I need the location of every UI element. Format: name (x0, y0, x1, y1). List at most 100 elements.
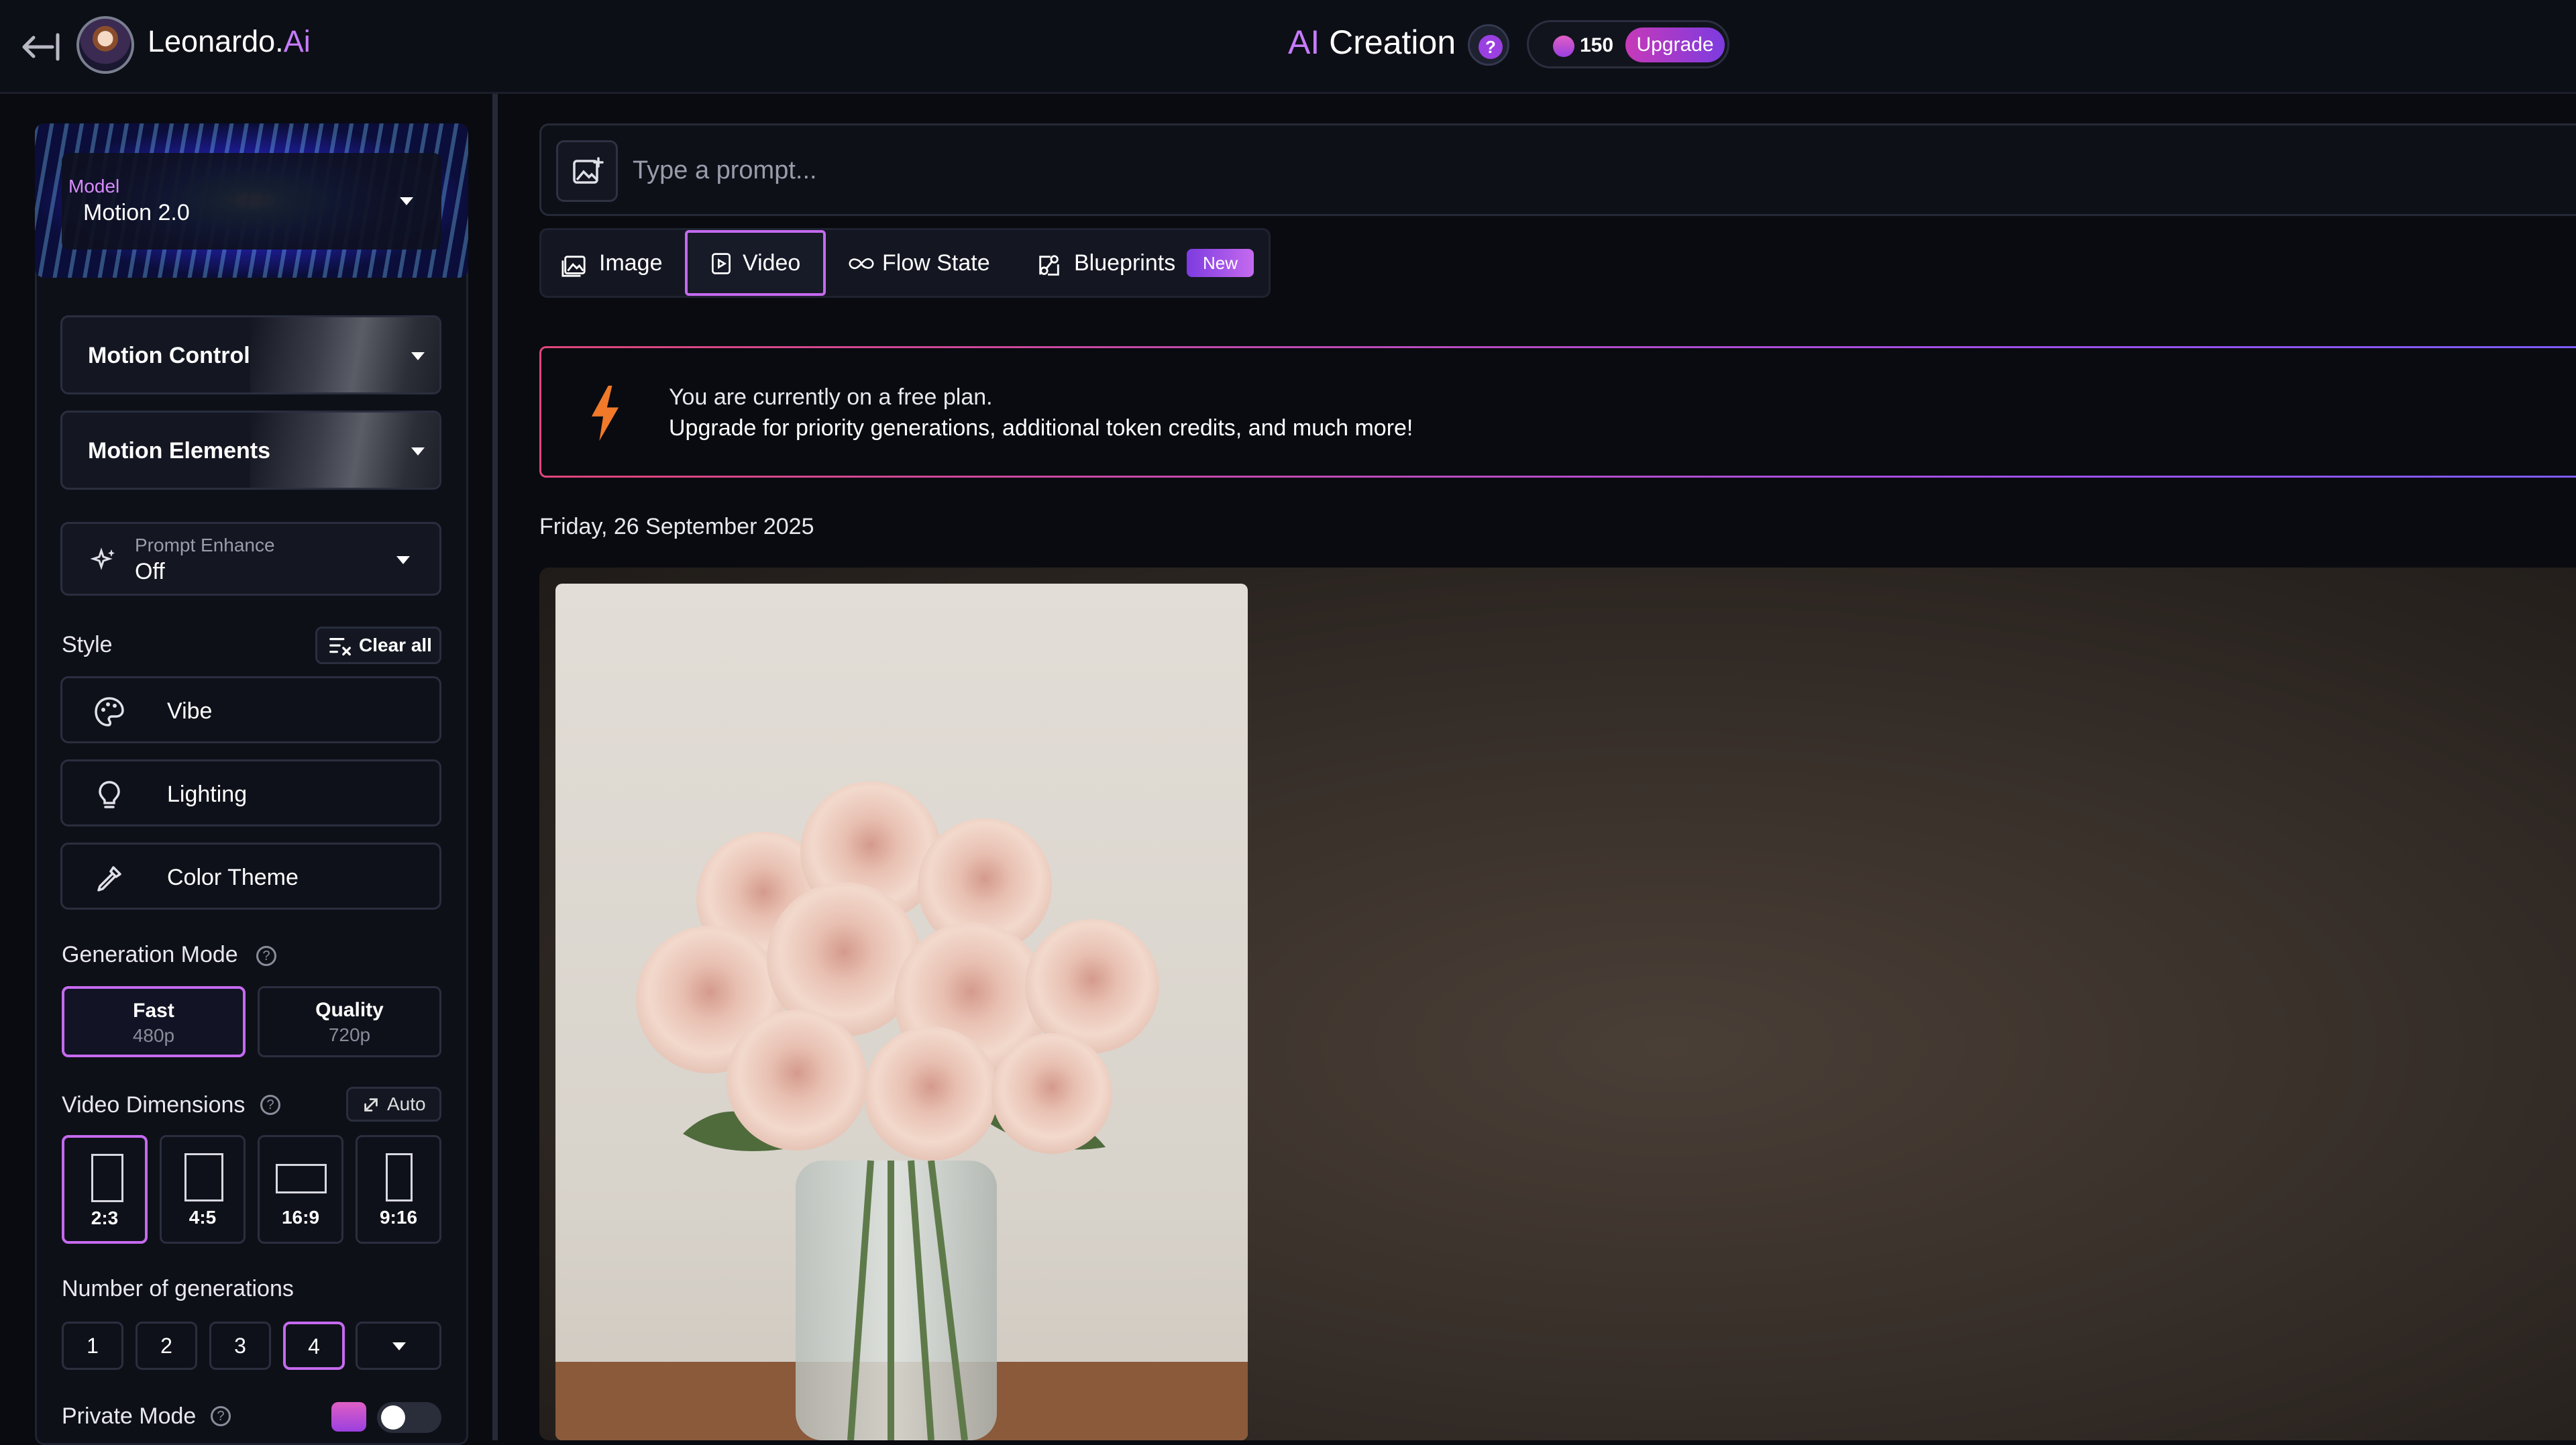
private-mode-toggle[interactable] (377, 1402, 441, 1433)
chevron-down-icon (392, 1342, 406, 1350)
chevron-down-icon (411, 352, 425, 360)
aspect-landscape-icon (276, 1164, 327, 1193)
tab-video-label: Video (743, 250, 801, 276)
style-vibe-button[interactable]: Vibe (60, 676, 441, 743)
dimension-4-5-button[interactable]: 4:5 (160, 1135, 246, 1244)
token-balance: 150 Upgrade (1527, 20, 1729, 68)
mode-fast-resolution: 480p (132, 1025, 175, 1046)
clear-all-button[interactable]: Clear all (315, 627, 441, 664)
tab-image-label: Image (599, 250, 663, 276)
eyedropper-icon (97, 866, 121, 892)
info-icon[interactable]: ? (260, 1095, 280, 1115)
dimension-label: 4:5 (189, 1207, 217, 1228)
tab-blueprints[interactable]: Blueprints New (1036, 230, 1265, 296)
aspect-portrait-icon (184, 1153, 223, 1201)
chevron-down-icon (411, 447, 425, 456)
blueprint-icon (1039, 255, 1059, 276)
roses-bouquet-image (555, 782, 1248, 1440)
new-badge: New (1187, 249, 1254, 277)
dimension-16-9-button[interactable]: 16:9 (258, 1135, 343, 1244)
lightbulb-icon (99, 781, 120, 808)
tab-flow-state[interactable]: Flow State (847, 230, 1022, 296)
aspect-portrait-icon (91, 1154, 123, 1202)
generations-4-button[interactable]: 4 (283, 1322, 345, 1370)
tab-image[interactable]: Image (561, 230, 689, 296)
style-color-theme-button[interactable]: Color Theme (60, 843, 441, 910)
generations-more-dropdown[interactable] (356, 1322, 441, 1370)
generations-1-button[interactable]: 1 (62, 1322, 123, 1370)
info-icon[interactable]: ? (256, 946, 276, 966)
aspect-tall-icon (386, 1153, 413, 1201)
mode-fast-button[interactable]: Fast 480p (62, 986, 246, 1057)
add-image-icon (573, 157, 604, 184)
generation-type-tabs: Image Video Flow State Blueprints New (539, 228, 1271, 298)
style-lighting-button[interactable]: Lighting (60, 759, 441, 826)
dimension-label: 2:3 (91, 1208, 119, 1228)
model-value: Motion 2.0 (83, 200, 190, 225)
generated-image-roses[interactable] (555, 584, 1248, 1440)
token-icon (1553, 36, 1574, 57)
sparkle-icon (91, 547, 115, 570)
back-arrow-icon[interactable] (19, 25, 62, 68)
style-color-theme-label: Color Theme (167, 865, 299, 890)
mode-quality-button[interactable]: Quality 720p (258, 986, 441, 1057)
prompt-enhance-dropdown[interactable]: Prompt Enhance Off (60, 522, 441, 596)
dimension-2-3-button[interactable]: 2:3 (62, 1135, 148, 1244)
tab-blueprints-label: Blueprints (1074, 250, 1176, 276)
motion-elements-label: Motion Elements (88, 438, 271, 464)
tab-flow-state-label: Flow State (882, 250, 990, 276)
help-button[interactable]: ? (1468, 24, 1509, 66)
page-title: AI Creation (1288, 23, 1456, 61)
prompt-bar (539, 123, 2576, 216)
generation-date: Friday, 26 September 2025 (539, 514, 814, 539)
video-icon (712, 253, 731, 274)
model-dropdown-icon[interactable] (400, 197, 413, 205)
prompt-enhance-label: Prompt Enhance (135, 535, 275, 555)
clear-all-label: Clear all (359, 635, 432, 655)
style-vibe-label: Vibe (167, 698, 213, 724)
brand-logo[interactable]: Leonardo.Ai (148, 24, 311, 59)
tab-video[interactable]: Video (685, 230, 826, 296)
style-lighting-label: Lighting (167, 782, 248, 807)
user-avatar[interactable] (76, 16, 134, 74)
auto-label: Auto (387, 1093, 426, 1114)
mode-quality-label: Quality (315, 999, 384, 1021)
style-heading: Style (62, 632, 113, 657)
free-plan-banner: You are currently on a free plan. Upgrad… (539, 346, 2576, 478)
top-bar: Leonardo.Ai AI Creation ? 150 Upgrade (0, 0, 2576, 94)
sidebar-scrollbar[interactable] (492, 94, 498, 1440)
dimension-label: 9:16 (379, 1207, 418, 1228)
info-icon[interactable]: ? (211, 1406, 231, 1426)
banner-line-1: You are currently on a free plan. (669, 384, 993, 410)
chevron-down-icon (396, 556, 410, 564)
private-mode-heading: Private Mode (62, 1403, 197, 1429)
generations-2-button[interactable]: 2 (136, 1322, 197, 1370)
generation-mode-heading: Generation Mode (62, 942, 238, 967)
dimension-label: 16:9 (281, 1207, 320, 1228)
expand-icon (364, 1098, 378, 1112)
motion-elements-dropdown[interactable]: Motion Elements (60, 411, 441, 490)
image-upload-button[interactable] (556, 140, 618, 202)
motion-control-dropdown[interactable]: Motion Control (60, 315, 441, 394)
prompt-input[interactable] (633, 147, 1840, 194)
help-icon: ? (1479, 35, 1503, 59)
lightning-bolt-icon (591, 385, 619, 441)
video-dimensions-heading: Video Dimensions (62, 1092, 246, 1118)
premium-gem-icon (331, 1402, 366, 1432)
dimension-9-16-button[interactable]: 9:16 (356, 1135, 441, 1244)
prompt-enhance-value: Off (135, 559, 165, 584)
banner-line-2: Upgrade for priority generations, additi… (669, 415, 1413, 441)
auto-dimensions-button[interactable]: Auto (346, 1087, 441, 1122)
infinity-icon (849, 258, 874, 270)
palette-icon (95, 697, 124, 727)
generations-3-button[interactable]: 3 (209, 1322, 271, 1370)
mode-quality-resolution: 720p (328, 1024, 371, 1045)
motion-control-label: Motion Control (88, 343, 250, 368)
upgrade-button[interactable]: Upgrade (1625, 28, 1725, 62)
token-count: 150 (1580, 34, 1614, 56)
model-label: Model (68, 176, 120, 197)
clear-filter-icon (329, 637, 351, 656)
image-icon (561, 256, 586, 277)
number-of-generations-heading: Number of generations (62, 1276, 294, 1301)
mode-fast-label: Fast (133, 1000, 174, 1022)
